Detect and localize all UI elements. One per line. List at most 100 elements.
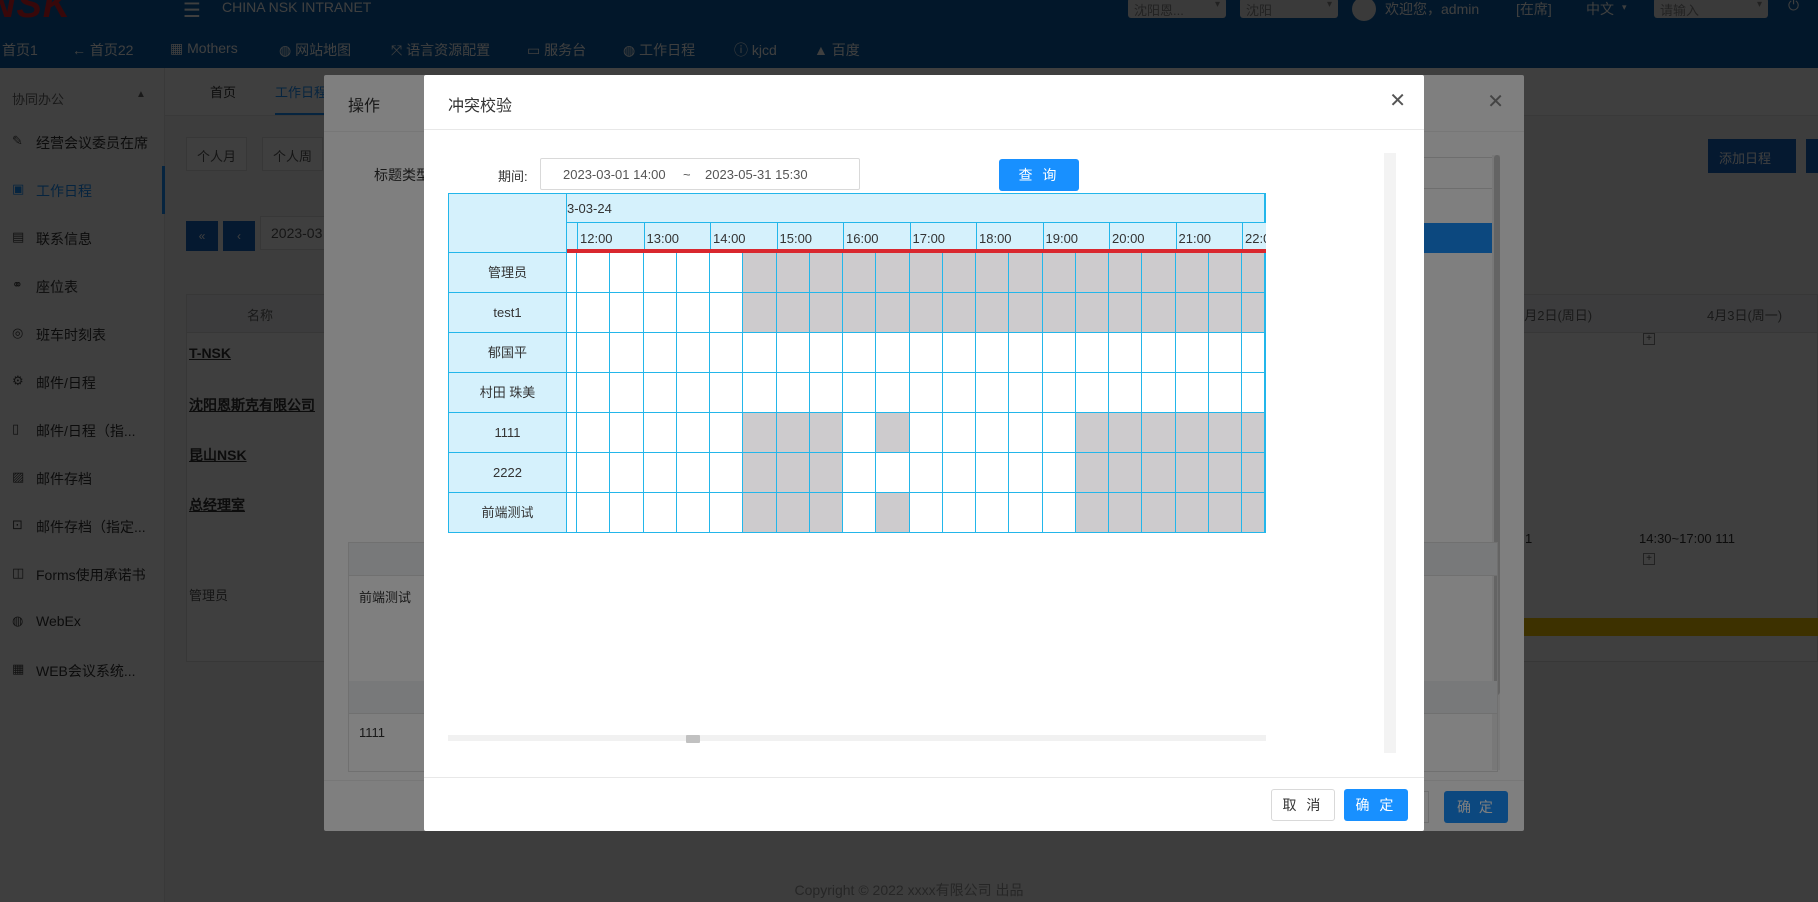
- gantt-cell: [1175, 373, 1209, 412]
- period-label: 期间:: [498, 169, 528, 184]
- gantt-cell-busy: [1175, 413, 1209, 452]
- gantt-cell: [643, 293, 677, 332]
- gantt-cell: [643, 493, 677, 532]
- vertical-scrollbar[interactable]: [1384, 153, 1396, 753]
- gantt-cell-busy: [1042, 293, 1076, 332]
- gantt-cell: [643, 253, 677, 292]
- gantt-cell: [577, 493, 611, 532]
- gantt-cell: [876, 333, 910, 372]
- conflict-gantt: 3-03-24 12:00 13:00 14:00 15:00 16:00 17:00 18…: [448, 193, 1266, 535]
- gantt-cell-busy: [776, 413, 810, 452]
- gantt-cell-busy: [1009, 253, 1043, 292]
- gantt-cell-busy: [1142, 293, 1176, 332]
- gantt-cell-busy: [1109, 453, 1143, 492]
- gantt-cell-busy: [1109, 293, 1143, 332]
- gantt-cell-busy: [976, 253, 1010, 292]
- gantt-row-label: 1111: [448, 413, 567, 453]
- horizontal-scrollbar[interactable]: [448, 735, 1266, 741]
- range-separator: ~: [683, 167, 691, 182]
- gantt-cell: [776, 373, 810, 412]
- gantt-cell-busy: [1208, 293, 1242, 332]
- gantt-cell: [1042, 453, 1076, 492]
- gantt-cell: [843, 493, 877, 532]
- gantt-cell: [676, 453, 710, 492]
- gantt-cell: [1009, 333, 1043, 372]
- gantt-cell: [909, 333, 943, 372]
- gantt-cell: [643, 453, 677, 492]
- gantt-cell: [1009, 493, 1043, 532]
- gantt-cell-busy: [1242, 413, 1266, 452]
- gantt-cell-busy: [809, 253, 843, 292]
- gantt-cell: [809, 373, 843, 412]
- gantt-row-label: 前端测试: [448, 493, 567, 533]
- gantt-cell: [577, 373, 611, 412]
- close-icon[interactable]: ✕: [1389, 88, 1406, 113]
- gantt-cell-busy: [1142, 453, 1176, 492]
- gantt-cell: [1242, 373, 1266, 412]
- gantt-cell: [567, 453, 577, 492]
- gantt-cell: [710, 333, 744, 372]
- gantt-row-label: test1: [448, 293, 567, 333]
- gantt-cell: [567, 293, 577, 332]
- gantt-cell: [676, 373, 710, 412]
- gantt-cell: [909, 453, 943, 492]
- gantt-cell: [676, 293, 710, 332]
- confirm-button[interactable]: 确 定: [1344, 789, 1408, 821]
- gantt-cell: [843, 413, 877, 452]
- gantt-cell-busy: [1009, 293, 1043, 332]
- gantt-cell: [909, 413, 943, 452]
- gantt-cell: [843, 373, 877, 412]
- gantt-row: [567, 493, 1266, 533]
- gantt-date-label: 3-03-24: [567, 201, 612, 216]
- gantt-cell: [577, 333, 611, 372]
- gantt-cell-busy: [809, 493, 843, 532]
- gantt-row: [567, 413, 1266, 453]
- gantt-cell-busy: [909, 253, 943, 292]
- period-range-picker[interactable]: 2023-03-01 14:00 ~ 2023-05-31 15:30: [540, 158, 860, 190]
- query-button[interactable]: 查 询: [999, 159, 1079, 191]
- gantt-cell-busy: [876, 493, 910, 532]
- conflict-modal-title: 冲突校验: [448, 98, 513, 115]
- gantt-cell: [676, 493, 710, 532]
- gantt-cell: [976, 453, 1010, 492]
- gantt-cell: [776, 333, 810, 372]
- gantt-cell-busy: [776, 493, 810, 532]
- cancel-button[interactable]: 取 消: [1271, 789, 1335, 821]
- gantt-row: [567, 293, 1266, 333]
- day-boundary: [1264, 253, 1266, 292]
- gantt-cell-busy: [809, 293, 843, 332]
- gantt-cell: [976, 413, 1010, 452]
- gantt-row-label: 2222: [448, 453, 567, 493]
- app-root: NSK ☰ CHINA NSK INTRANET 沈阳恩...▾ 沈阳▾ 欢迎您…: [0, 0, 1818, 902]
- gantt-cell: [610, 413, 644, 452]
- gantt-cell-busy: [776, 253, 810, 292]
- gantt-cell: [710, 373, 744, 412]
- gantt-cell: [1042, 413, 1076, 452]
- gantt-cell: [843, 453, 877, 492]
- gantt-cell: [610, 453, 644, 492]
- gantt-cell: [610, 253, 644, 292]
- gantt-cell-busy: [1142, 253, 1176, 292]
- day-boundary: [1264, 413, 1266, 452]
- gantt-cell-busy: [1208, 493, 1242, 532]
- gantt-cell: [1208, 333, 1242, 372]
- gantt-cell: [577, 413, 611, 452]
- gantt-cell: [1242, 333, 1266, 372]
- gantt-cell: [1142, 333, 1176, 372]
- gantt-cell-busy: [776, 453, 810, 492]
- gantt-cell: [942, 373, 976, 412]
- gantt-cell: [843, 333, 877, 372]
- divider: [424, 777, 1424, 778]
- gantt-cell-busy: [942, 293, 976, 332]
- gantt-row: [567, 333, 1266, 373]
- gantt-cell: [676, 253, 710, 292]
- gantt-cell: [876, 453, 910, 492]
- gantt-cell: [976, 493, 1010, 532]
- day-boundary: [1264, 194, 1266, 222]
- scrollbar-thumb[interactable]: [686, 735, 700, 743]
- gantt-cell-busy: [843, 253, 877, 292]
- gantt-cell-busy: [1142, 413, 1176, 452]
- gantt-cell: [567, 493, 577, 532]
- gantt-row-label: 村田 珠美: [448, 373, 567, 413]
- gantt-cell-busy: [1142, 493, 1176, 532]
